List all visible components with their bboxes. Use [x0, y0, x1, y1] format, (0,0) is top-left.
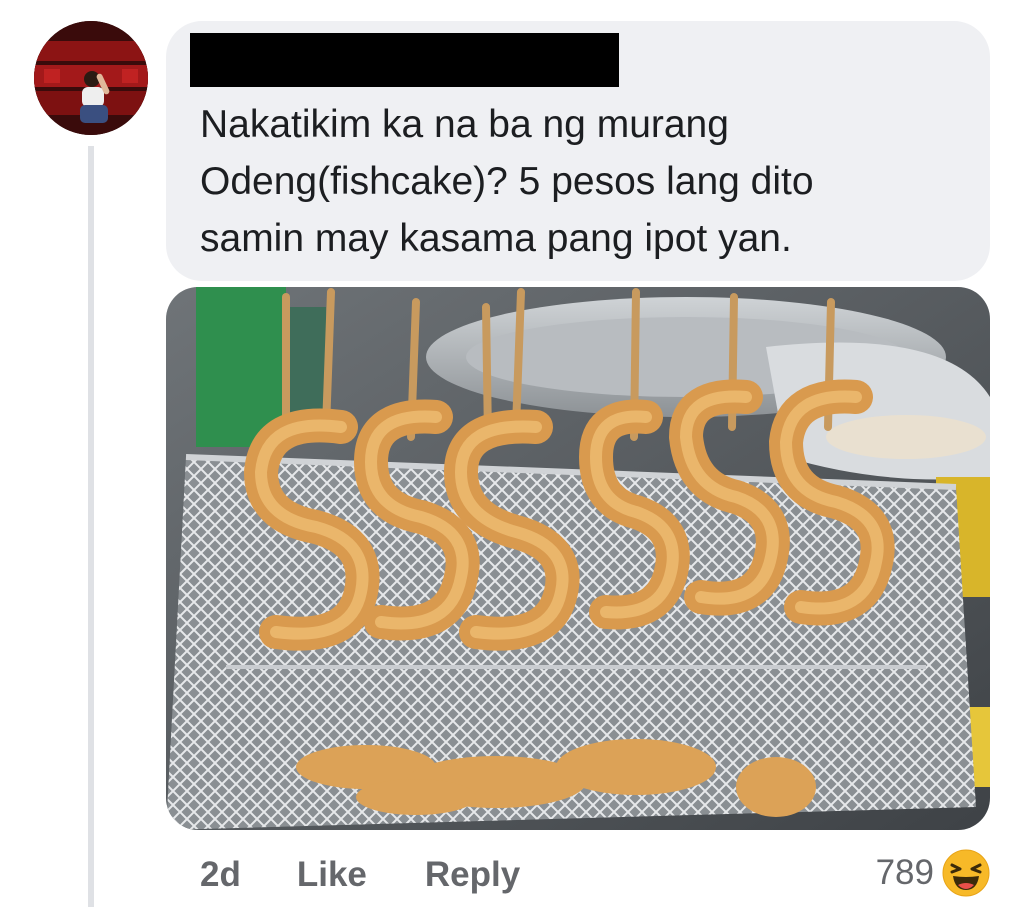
comment-timestamp[interactable]: 2d — [200, 855, 241, 895]
comment-actions: 2d Like Reply — [200, 848, 520, 902]
avatar[interactable] — [34, 21, 148, 135]
fried-fishcake-skewers-image — [166, 287, 990, 830]
comment-photo[interactable] — [166, 287, 990, 830]
like-button[interactable]: Like — [297, 855, 367, 895]
haha-emoji-icon — [942, 849, 990, 897]
reaction-count: 789 — [875, 853, 934, 892]
reply-button[interactable]: Reply — [425, 855, 520, 895]
thread-line — [88, 146, 94, 907]
redacted-author-name — [190, 33, 619, 87]
comment-text: Nakatikim ka na ba ng murang Odeng(fishc… — [200, 103, 814, 260]
reaction-summary[interactable]: 789 — [876, 846, 990, 900]
avatar-image — [34, 21, 148, 135]
